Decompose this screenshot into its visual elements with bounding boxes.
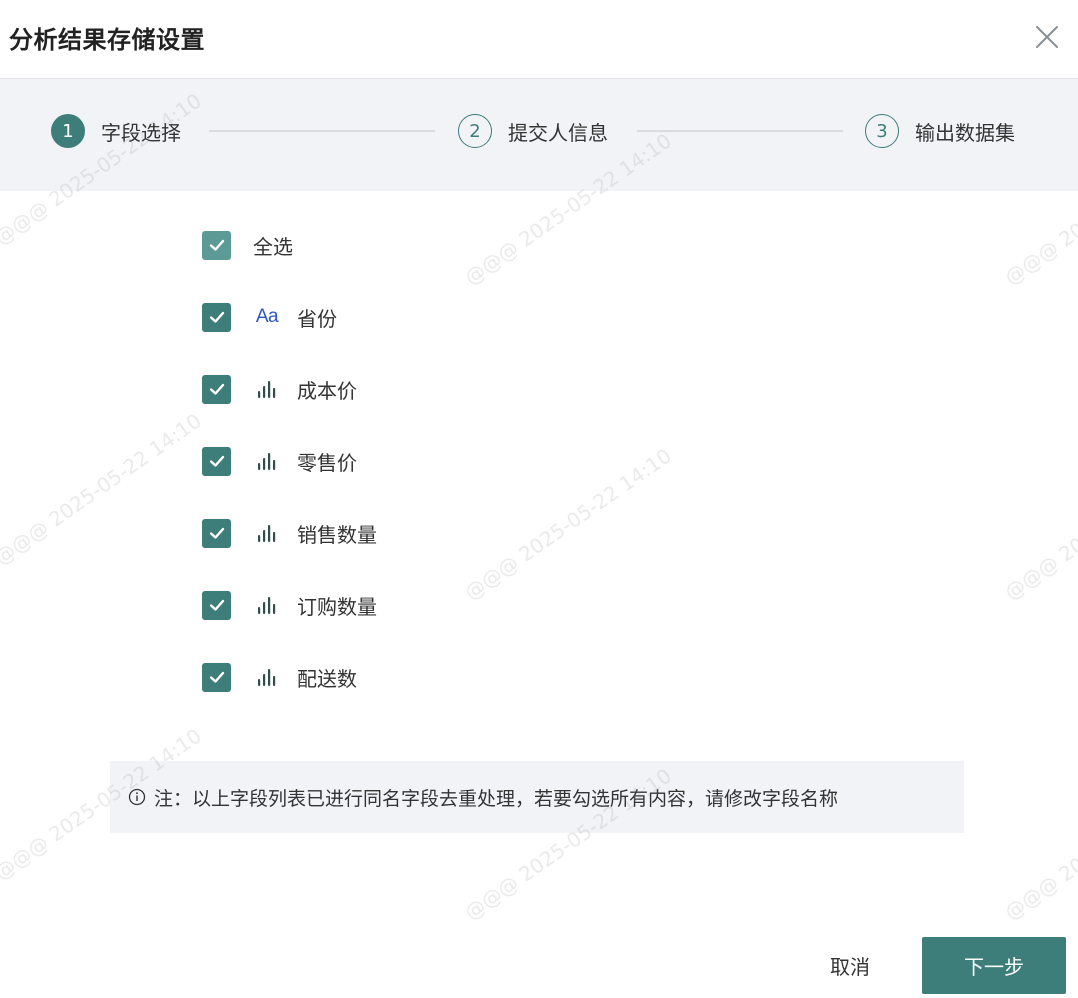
numeric-bar-icon bbox=[253, 449, 281, 473]
field-row-province[interactable]: Aa 省份 bbox=[202, 302, 337, 332]
step-progress: 1 字段选择 2 提交人信息 3 输出数据集 bbox=[0, 79, 1078, 191]
numeric-bar-icon bbox=[253, 377, 281, 401]
text-type-icon: Aa bbox=[255, 306, 279, 327]
field-checkbox[interactable] bbox=[202, 374, 231, 404]
field-checkbox[interactable] bbox=[202, 662, 231, 692]
field-row-order-quantity[interactable]: 订购数量 bbox=[202, 590, 377, 620]
step-2-label: 提交人信息 bbox=[508, 120, 608, 145]
field-label: 订购数量 bbox=[297, 594, 377, 619]
info-icon bbox=[128, 788, 146, 806]
check-icon bbox=[209, 527, 224, 539]
notice-text: 注：以上字段列表已进行同名字段去重处理，若要勾选所有内容，请修改字段名称 bbox=[154, 787, 839, 810]
field-checkbox[interactable] bbox=[202, 302, 231, 332]
step-3-number: 3 bbox=[865, 114, 899, 148]
step-2: 2 提交人信息 bbox=[458, 113, 608, 149]
step-2-number: 2 bbox=[458, 114, 492, 148]
close-button[interactable] bbox=[1032, 22, 1062, 52]
step-1: 1 字段选择 bbox=[51, 113, 181, 149]
dialog-title: 分析结果存储设置 bbox=[9, 26, 205, 54]
field-row-cost-price[interactable]: 成本价 bbox=[202, 374, 357, 404]
dialog-footer: 取消 下一步 bbox=[0, 900, 1078, 998]
select-all-label: 全选 bbox=[253, 234, 293, 259]
field-label: 零售价 bbox=[297, 450, 357, 475]
watermark: @@@ 2025-05-22 14:10 bbox=[0, 408, 206, 570]
field-row-sales-quantity[interactable]: 销售数量 bbox=[202, 518, 377, 548]
step-1-number: 1 bbox=[51, 114, 85, 148]
check-icon bbox=[209, 239, 224, 251]
watermark: @@@ 2025-05-22 14:10 bbox=[460, 443, 676, 605]
numeric-bar-icon bbox=[253, 521, 281, 545]
field-label: 销售数量 bbox=[297, 522, 377, 547]
check-icon bbox=[209, 599, 224, 611]
numeric-bar-icon bbox=[253, 593, 281, 617]
cancel-button[interactable]: 取消 bbox=[812, 937, 888, 993]
step-connector-1 bbox=[209, 130, 435, 132]
close-icon bbox=[1036, 26, 1058, 48]
field-checkbox[interactable] bbox=[202, 590, 231, 620]
check-icon bbox=[209, 671, 224, 683]
check-icon bbox=[209, 383, 224, 395]
dedupe-notice: 注：以上字段列表已进行同名字段去重处理，若要勾选所有内容，请修改字段名称 bbox=[110, 761, 964, 833]
step-connector-2 bbox=[637, 130, 843, 132]
step-3: 3 输出数据集 bbox=[865, 113, 1015, 149]
select-all-checkbox[interactable] bbox=[202, 230, 231, 260]
field-row-delivery-count[interactable]: 配送数 bbox=[202, 662, 357, 692]
numeric-bar-icon bbox=[253, 665, 281, 689]
field-label: 省份 bbox=[297, 306, 337, 331]
check-icon bbox=[209, 455, 224, 467]
check-icon bbox=[209, 311, 224, 323]
select-all-row[interactable]: 全选 bbox=[202, 230, 293, 260]
watermark: @@@ 2025-05-22 14:10 bbox=[1000, 444, 1078, 605]
next-step-button[interactable]: 下一步 bbox=[922, 937, 1066, 994]
field-label: 配送数 bbox=[297, 666, 357, 691]
step-1-label: 字段选择 bbox=[101, 120, 181, 145]
field-label: 成本价 bbox=[297, 378, 357, 403]
dialog-header: 分析结果存储设置 bbox=[0, 0, 1078, 79]
field-checkbox[interactable] bbox=[202, 518, 231, 548]
step-3-label: 输出数据集 bbox=[915, 120, 1015, 145]
field-row-retail-price[interactable]: 零售价 bbox=[202, 446, 357, 476]
field-checkbox[interactable] bbox=[202, 446, 231, 476]
